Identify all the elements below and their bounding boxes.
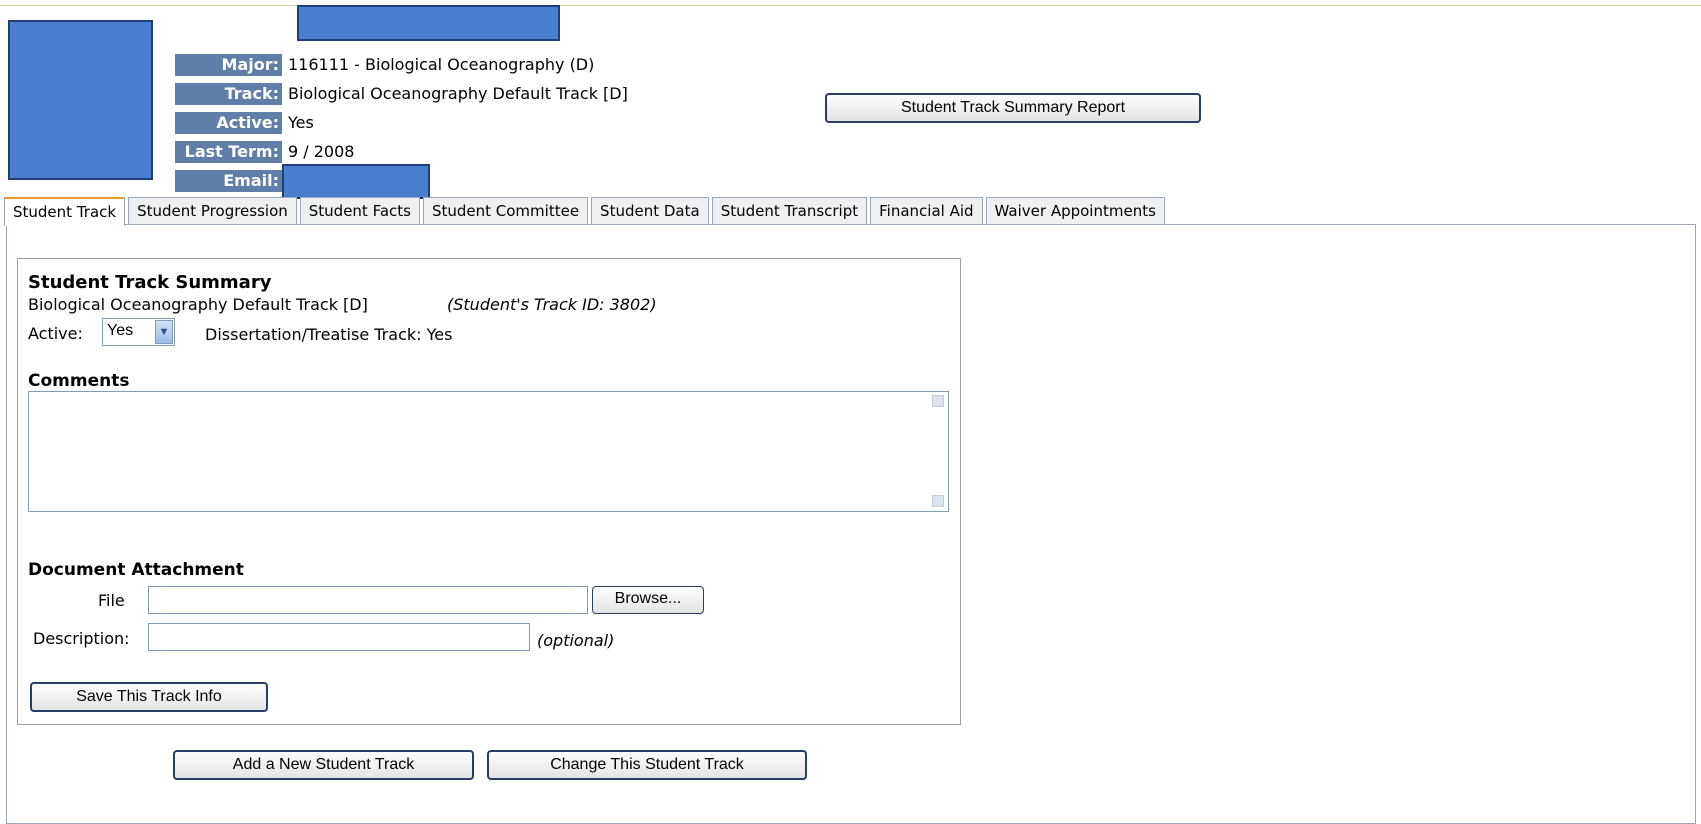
active-value: Yes (288, 113, 314, 132)
track-id-note: (Student's Track ID: 3802) (447, 295, 657, 314)
tab-student-facts[interactable]: Student Facts (299, 197, 420, 225)
tab-financial-aid[interactable]: Financial Aid (870, 197, 983, 225)
scroll-down-icon[interactable] (932, 495, 944, 507)
tab-waiver-appointments[interactable]: Waiver Appointments (985, 197, 1165, 225)
save-track-info-button[interactable]: Save This Track Info (30, 682, 268, 712)
tab-student-data[interactable]: Student Data (591, 197, 709, 225)
student-track-summary-report-button[interactable]: Student Track Summary Report (825, 93, 1201, 123)
major-label: Major: (175, 54, 282, 76)
student-photo-redacted (8, 20, 153, 180)
comments-heading: Comments (28, 371, 130, 391)
comments-textarea[interactable] (28, 391, 949, 512)
track-label: Track: (175, 83, 282, 105)
file-label: File (98, 591, 125, 610)
email-label: Email: (175, 170, 282, 192)
tab-student-transcript[interactable]: Student Transcript (711, 197, 868, 225)
description-label: Description: (33, 629, 130, 648)
optional-note: (optional) (537, 631, 615, 650)
chevron-down-icon[interactable]: ▼ (155, 320, 173, 344)
dissertation-track-text: Dissertation/Treatise Track: Yes (205, 325, 453, 344)
top-divider (0, 5, 1701, 6)
description-input[interactable] (148, 623, 530, 651)
summary-track-name: Biological Oceanography Default Track [D… (28, 295, 368, 314)
document-attachment-heading: Document Attachment (28, 560, 244, 580)
tab-student-progression[interactable]: Student Progression (128, 197, 297, 225)
summary-active-label: Active: (28, 324, 83, 343)
change-student-track-button[interactable]: Change This Student Track (487, 750, 807, 780)
student-name-redacted (297, 5, 560, 41)
active-label: Active: (175, 112, 282, 134)
major-value: 116111 - Biological Oceanography (D) (288, 55, 595, 74)
track-value: Biological Oceanography Default Track [D… (288, 84, 628, 103)
browse-button[interactable]: Browse... (592, 586, 704, 614)
tab-bar: Student Track Student Progression Studen… (4, 197, 1168, 226)
summary-heading: Student Track Summary (28, 272, 272, 293)
active-select[interactable]: Yes ▼ (102, 318, 175, 346)
email-value-redacted (282, 164, 430, 199)
file-path-input[interactable] (148, 586, 588, 614)
add-new-student-track-button[interactable]: Add a New Student Track (173, 750, 474, 780)
active-select-value: Yes (107, 322, 134, 339)
tab-student-committee[interactable]: Student Committee (422, 197, 589, 225)
last-term-value: 9 / 2008 (288, 142, 355, 161)
last-term-label: Last Term: (175, 141, 282, 163)
tab-student-track[interactable]: Student Track (4, 197, 126, 226)
scroll-up-icon[interactable] (932, 395, 944, 407)
